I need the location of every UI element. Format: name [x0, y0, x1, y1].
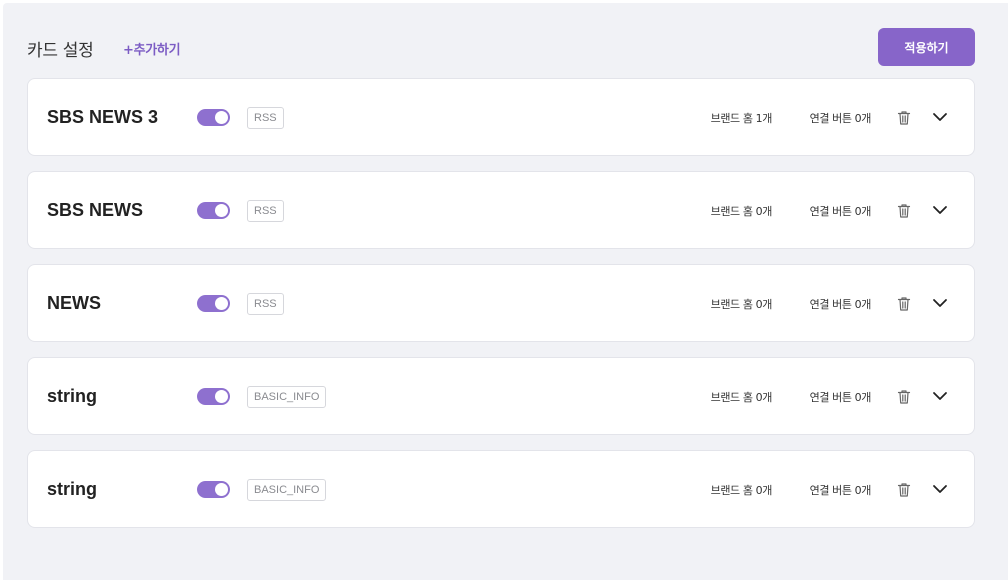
trash-icon[interactable] — [897, 389, 911, 405]
add-card-link[interactable]: +추가하기 — [123, 39, 181, 58]
toggle-knob — [215, 297, 228, 310]
enable-toggle[interactable] — [197, 202, 230, 219]
header-bar: 카드 설정 +추가하기 적용하기 — [27, 28, 975, 66]
link-button-count: 연결 버튼 0개 — [809, 112, 872, 125]
card-type-tag: BASIC_INFO — [247, 386, 327, 408]
chevron-down-icon[interactable] — [932, 204, 948, 216]
page-title: 카드 설정 — [27, 41, 94, 61]
link-button-count: 연결 버튼 0개 — [809, 205, 872, 218]
card-item: string BASIC_INFO 브랜드 홈 0개 연결 버튼 0개 — [27, 357, 975, 435]
card-type-tag: RSS — [247, 200, 284, 222]
card-list: SBS NEWS 3 RSS 브랜드 홈 1개 연결 버튼 0개 SBS NEW… — [27, 78, 975, 543]
link-button-count: 연결 버튼 0개 — [809, 298, 872, 311]
card-name: SBS NEWS 3 — [47, 107, 159, 127]
trash-icon[interactable] — [897, 296, 911, 312]
brand-home-count: 브랜드 홈 0개 — [710, 205, 773, 218]
card-item: SBS NEWS RSS 브랜드 홈 0개 연결 버튼 0개 — [27, 171, 975, 249]
brand-home-count: 브랜드 홈 0개 — [710, 298, 773, 311]
card-name: string — [47, 386, 98, 406]
apply-button[interactable]: 적용하기 — [878, 28, 975, 66]
chevron-down-icon[interactable] — [932, 111, 948, 123]
trash-icon[interactable] — [897, 482, 911, 498]
trash-icon[interactable] — [897, 110, 911, 126]
card-item: string BASIC_INFO 브랜드 홈 0개 연결 버튼 0개 — [27, 450, 975, 528]
toggle-knob — [215, 390, 228, 403]
enable-toggle[interactable] — [197, 109, 230, 126]
chevron-down-icon[interactable] — [932, 483, 948, 495]
enable-toggle[interactable] — [197, 388, 230, 405]
card-name: NEWS — [47, 293, 101, 313]
toggle-knob — [215, 204, 228, 217]
enable-toggle[interactable] — [197, 295, 230, 312]
card-settings-panel: 카드 설정 +추가하기 적용하기 SBS NEWS 3 RSS 브랜드 홈 1개… — [3, 3, 1008, 580]
card-name: string — [47, 479, 98, 499]
link-button-count: 연결 버튼 0개 — [809, 391, 872, 404]
card-item: SBS NEWS 3 RSS 브랜드 홈 1개 연결 버튼 0개 — [27, 78, 975, 156]
enable-toggle[interactable] — [197, 481, 230, 498]
trash-icon[interactable] — [897, 203, 911, 219]
brand-home-count: 브랜드 홈 1개 — [710, 112, 773, 125]
card-type-tag: RSS — [247, 293, 284, 315]
chevron-down-icon[interactable] — [932, 390, 948, 402]
card-item: NEWS RSS 브랜드 홈 0개 연결 버튼 0개 — [27, 264, 975, 342]
chevron-down-icon[interactable] — [932, 297, 948, 309]
brand-home-count: 브랜드 홈 0개 — [710, 391, 773, 404]
brand-home-count: 브랜드 홈 0개 — [710, 484, 773, 497]
link-button-count: 연결 버튼 0개 — [809, 484, 872, 497]
card-type-tag: RSS — [247, 107, 284, 129]
toggle-knob — [215, 483, 228, 496]
card-type-tag: BASIC_INFO — [247, 479, 327, 501]
toggle-knob — [215, 111, 228, 124]
card-name: SBS NEWS — [47, 200, 144, 220]
